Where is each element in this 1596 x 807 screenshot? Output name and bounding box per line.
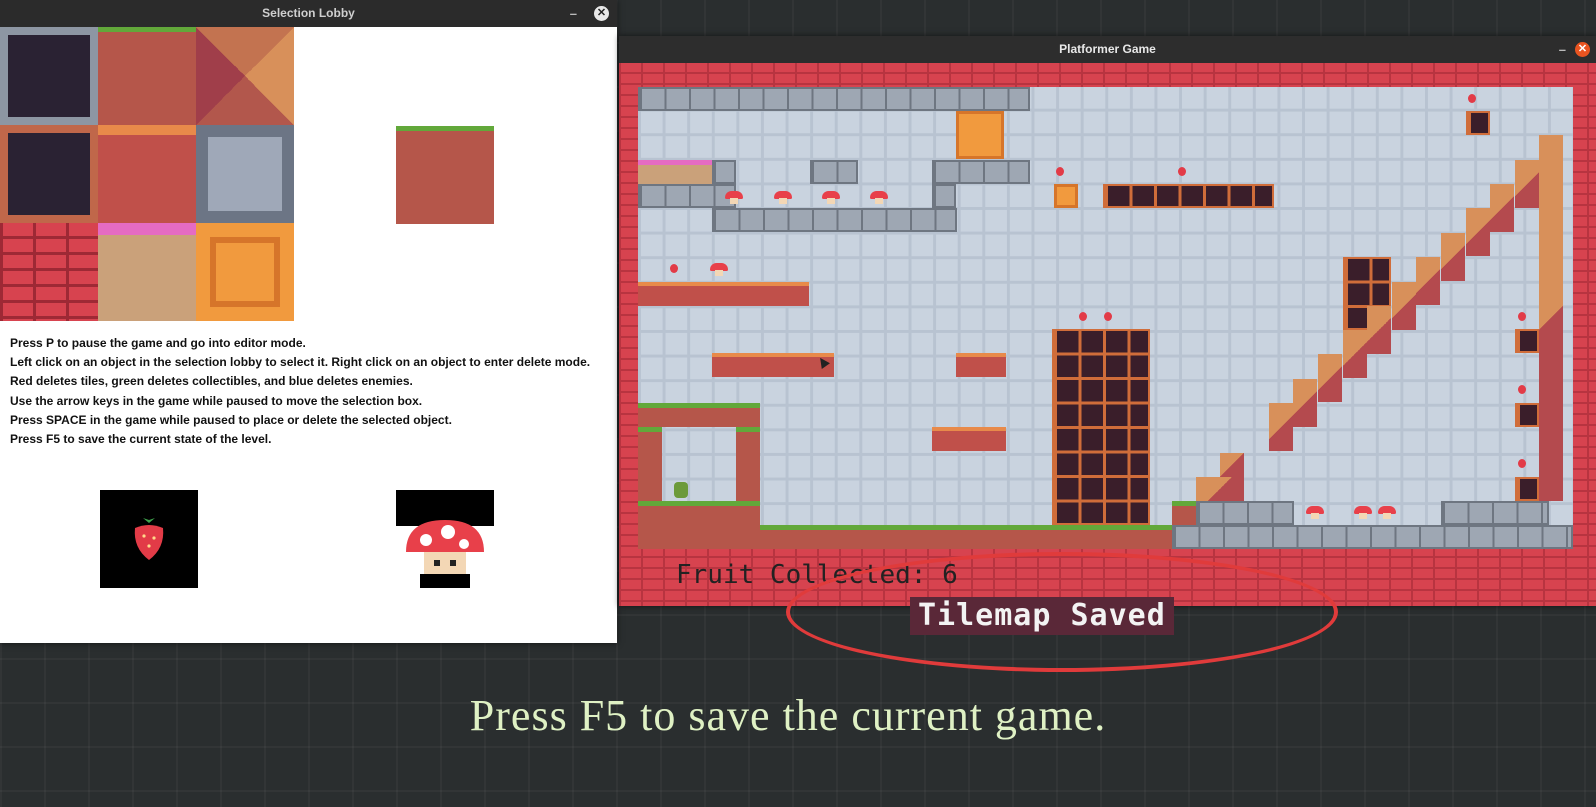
platformer-game-window: Platformer Game – ✕ Fruit Collected: 6 <box>619 36 1596 606</box>
mushroom-enemy <box>774 191 792 204</box>
selected-tile-preview[interactable] <box>396 126 494 224</box>
instruction-line: Red deletes tiles, green deletes collect… <box>10 374 413 389</box>
tile-brick-frame[interactable] <box>0 125 98 223</box>
dark-block <box>1515 477 1539 501</box>
tile-orange-block[interactable] <box>196 223 294 321</box>
lobby-titlebar[interactable]: Selection Lobby – ✕ <box>0 0 617 27</box>
stone-row <box>638 184 736 208</box>
stair-block <box>1269 403 1293 451</box>
instruction-line: Press SPACE in the game while paused to … <box>10 412 452 427</box>
mushroom-enemy <box>710 263 728 276</box>
strawberry-icon <box>134 518 164 560</box>
stair-block <box>1318 354 1342 402</box>
instruction-line: Press F5 to save the current state of th… <box>10 432 272 447</box>
mushroom-enemy <box>1378 506 1396 519</box>
lobby-title: Selection Lobby <box>262 6 355 20</box>
game-title: Platformer Game <box>1059 42 1156 56</box>
grass-floor <box>638 501 760 549</box>
grass-platform <box>638 403 760 427</box>
stone-row <box>1196 501 1294 525</box>
dark-tower <box>1052 329 1150 525</box>
stair-block <box>1416 257 1440 305</box>
strawberry-collectible <box>1178 167 1186 176</box>
stair-block <box>1220 453 1244 477</box>
strawberry-collectible <box>1056 167 1064 176</box>
minimize-icon[interactable]: – <box>570 0 577 27</box>
strawberry-collectible <box>1518 312 1526 321</box>
stone-block <box>712 160 736 184</box>
mushroom-enemy <box>725 191 743 204</box>
stone-row <box>712 208 957 232</box>
strawberry-collectible <box>1104 312 1112 321</box>
instructions: Press P to pause the game and go into ed… <box>10 334 590 449</box>
stair-column <box>1539 135 1563 501</box>
stair-block <box>1466 208 1490 256</box>
instruction-line: Left click on an object in the selection… <box>10 355 591 370</box>
orange-block <box>1054 184 1078 208</box>
tile-metal-block[interactable] <box>196 125 294 223</box>
grass-ground <box>760 525 1172 549</box>
enemy-mushroom[interactable] <box>396 490 494 588</box>
close-icon[interactable]: ✕ <box>1575 42 1590 57</box>
stair-block <box>1490 184 1514 232</box>
earth-platform <box>932 427 1006 451</box>
mushroom-icon <box>396 520 494 588</box>
tile-red-brick[interactable] <box>0 223 98 321</box>
mushroom-enemy <box>1354 506 1372 519</box>
mushroom-enemy <box>1306 506 1324 519</box>
stair-block <box>1441 233 1465 281</box>
strawberry-collectible <box>670 264 678 273</box>
game-level-canvas[interactable] <box>638 87 1573 549</box>
stone-row <box>1441 501 1549 525</box>
highlight-ellipse <box>786 552 1338 672</box>
stone-row <box>932 160 1030 184</box>
tile-stone-frame[interactable] <box>0 27 98 125</box>
stair-block <box>1367 306 1391 354</box>
earth-platform <box>638 282 809 306</box>
strawberry-collectible <box>1518 385 1526 394</box>
stair-block <box>1343 330 1367 378</box>
collectible-strawberry[interactable] <box>100 490 198 588</box>
grass-wall <box>736 427 760 501</box>
tile-grass-dirt[interactable] <box>98 27 196 125</box>
sand-platform <box>638 160 712 184</box>
close-icon[interactable]: ✕ <box>594 6 609 21</box>
instruction-line: Press P to pause the game and go into ed… <box>10 336 306 350</box>
tile-orange-dirt[interactable] <box>98 125 196 223</box>
earth-platform <box>956 353 1006 377</box>
tile-pyramid[interactable] <box>196 27 294 125</box>
earth-platform <box>712 353 834 377</box>
player-frog <box>674 482 688 498</box>
dark-block-row <box>1103 184 1274 208</box>
instruction-line: Use the arrow keys in the game while pau… <box>10 393 423 408</box>
orange-block <box>956 111 1004 159</box>
mushroom-enemy <box>822 191 840 204</box>
strawberry-collectible <box>1468 94 1476 103</box>
game-titlebar[interactable]: Platformer Game – ✕ <box>619 36 1596 63</box>
minimize-icon[interactable]: – <box>1559 36 1566 63</box>
stone-block <box>810 160 858 184</box>
mushroom-enemy <box>870 191 888 204</box>
grass-wall <box>638 427 662 501</box>
dark-block <box>1515 403 1539 427</box>
stone-ground <box>1172 525 1573 549</box>
caption: Press F5 to save the current game. <box>469 691 1107 740</box>
tile-pink-sand[interactable] <box>98 223 196 321</box>
stair-block <box>1293 379 1317 427</box>
stair-block <box>1196 477 1244 501</box>
selection-lobby-window: Selection Lobby – ✕ Press P to pause the… <box>0 0 617 643</box>
dark-block <box>1515 329 1539 353</box>
stone-block <box>932 184 956 208</box>
dark-block <box>1466 111 1490 135</box>
strawberry-collectible <box>1518 459 1526 468</box>
stair-block <box>1515 160 1539 208</box>
stone-row <box>638 87 1030 111</box>
stair-block <box>1392 282 1416 330</box>
strawberry-collectible <box>1079 312 1087 321</box>
